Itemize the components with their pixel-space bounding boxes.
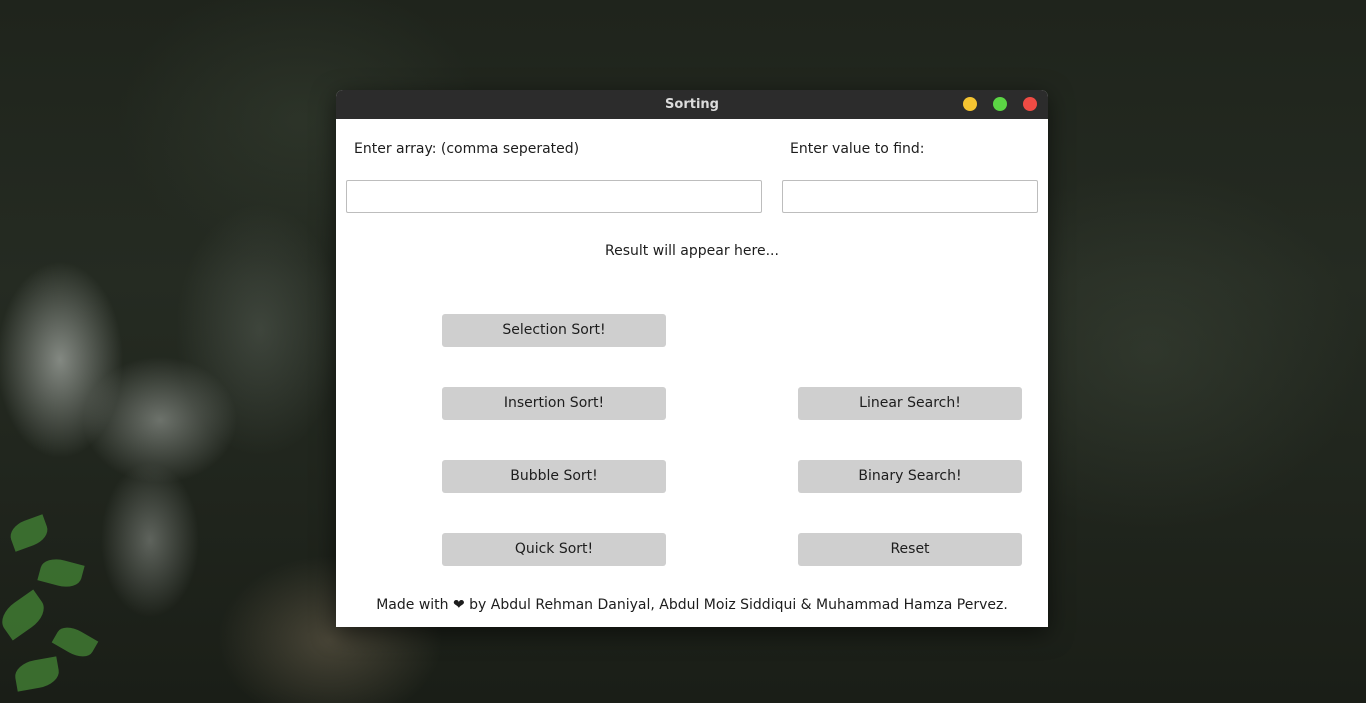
binary-search-button[interactable]: Binary Search! <box>798 460 1022 493</box>
wallpaper-leaf <box>6 514 52 552</box>
reset-button[interactable]: Reset <box>798 533 1022 566</box>
wallpaper-leaf <box>0 589 51 641</box>
close-icon[interactable] <box>1023 97 1037 111</box>
quick-sort-button[interactable]: Quick Sort! <box>442 533 666 566</box>
bubble-sort-button[interactable]: Bubble Sort! <box>442 460 666 493</box>
find-value-input[interactable] <box>782 180 1038 213</box>
wallpaper-leaf <box>12 656 62 692</box>
window-title: Sorting <box>665 97 719 112</box>
title-bar[interactable]: Sorting <box>336 90 1048 119</box>
credits-footer: Made with ❤ by Abdul Rehman Daniyal, Abd… <box>376 597 1008 613</box>
array-label: Enter array: (comma seperated) <box>354 141 580 157</box>
wallpaper-leaf <box>51 621 99 663</box>
minimize-icon[interactable] <box>963 97 977 111</box>
selection-sort-button[interactable]: Selection Sort! <box>442 314 666 347</box>
result-text: Result will appear here... <box>605 243 779 259</box>
insertion-sort-button[interactable]: Insertion Sort! <box>442 387 666 420</box>
linear-search-button[interactable]: Linear Search! <box>798 387 1022 420</box>
array-input[interactable] <box>346 180 762 213</box>
find-label: Enter value to find: <box>790 141 925 157</box>
sorting-window: Sorting Enter array: (comma seperated) E… <box>336 90 1048 627</box>
wallpaper-leaf <box>37 555 85 591</box>
maximize-icon[interactable] <box>993 97 1007 111</box>
